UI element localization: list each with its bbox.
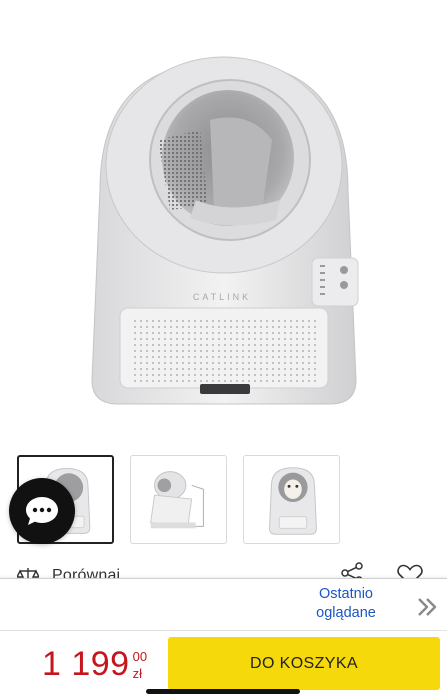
add-to-cart-button[interactable]: DO KOSZYKA <box>168 637 440 690</box>
home-indicator <box>146 689 300 694</box>
recently-viewed-bar[interactable]: Ostatnio oglądane <box>0 578 447 630</box>
product-main-image[interactable]: CATLINK <box>0 0 447 440</box>
recently-viewed-label[interactable]: Ostatnio oglądane <box>296 585 396 623</box>
svg-text:CATLINK: CATLINK <box>193 292 251 302</box>
thumbnail-2[interactable] <box>130 455 227 544</box>
price: 1 199 00 zł <box>42 645 147 683</box>
purchase-bar: 1 199 00 zł DO KOSZYKA <box>0 630 447 699</box>
chat-bubble-icon <box>26 497 58 525</box>
double-chevron-right-icon[interactable] <box>415 595 439 619</box>
price-cents: 00 <box>132 649 148 664</box>
chat-button[interactable] <box>9 478 75 544</box>
thumbnail-3[interactable] <box>243 455 340 544</box>
product-page: CATLINK Porównaj Ostatnio oglądane 1 199… <box>0 0 447 699</box>
price-amount: 1 199 <box>42 645 130 683</box>
product-actions-row: Porównaj <box>0 560 447 580</box>
price-currency: zł <box>132 666 142 681</box>
